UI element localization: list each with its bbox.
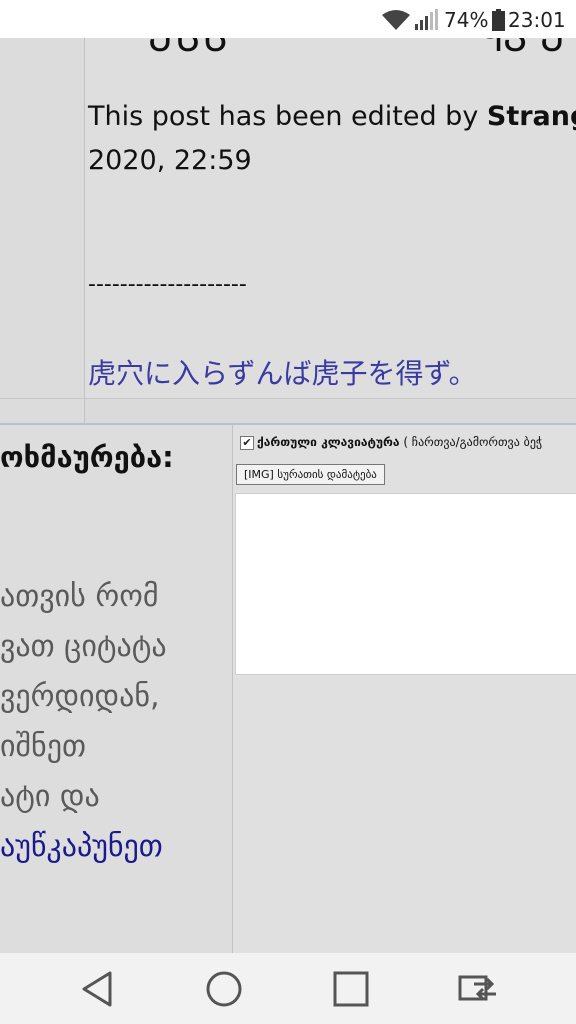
reply-instructions: ათვის რომ ვათ ციტატა ვერდიდან, იშნეთ ატი… xyxy=(0,572,167,822)
back-icon[interactable] xyxy=(76,967,120,1011)
reply-textarea[interactable] xyxy=(235,493,576,675)
switch-apps-icon[interactable] xyxy=(456,967,500,1011)
keyboard-checkbox[interactable]: ✔ xyxy=(240,436,254,450)
signature-separator: -------------------- xyxy=(88,272,247,297)
home-icon[interactable] xyxy=(202,967,246,1011)
recents-icon[interactable] xyxy=(329,967,373,1011)
post-author-column xyxy=(0,38,84,422)
divider-line xyxy=(0,398,576,399)
reply-title: ოხმაურება: xyxy=(0,440,174,474)
keyboard-label-bold: ქართული კლავიატურა xyxy=(257,435,400,449)
edited-notice: This post has been edited by Strang 2020… xyxy=(88,95,576,183)
add-image-button[interactable]: [IMG] სურათის დამატება xyxy=(236,464,385,485)
edited-prefix: This post has been edited by xyxy=(88,101,487,132)
instruction-line: ათვის რომ xyxy=(0,579,159,614)
edited-date: 2020, 22:59 xyxy=(88,145,252,176)
signature-quote: 虎穴に入らずんば虎子を得ず。 xyxy=(88,357,477,390)
instruction-line: ატი და xyxy=(0,779,100,814)
navigation-bar xyxy=(0,953,576,1024)
edited-user[interactable]: Strang xyxy=(487,101,576,132)
battery-icon xyxy=(492,9,505,31)
instructions-link[interactable]: აუწკაპუნეთ xyxy=(0,822,163,872)
instruction-line: ვათ ციტატა xyxy=(0,629,167,664)
post-divider-vertical xyxy=(84,38,85,424)
clock: 23:01 xyxy=(508,8,566,32)
keyboard-label: ქართული კლავიატურა ( ჩართვა/გამორთვა ბეჭ xyxy=(257,435,542,449)
instruction-line: იშნეთ xyxy=(0,729,86,764)
battery-percent: 74% xyxy=(444,8,489,32)
signal-icon xyxy=(415,9,438,30)
post-body xyxy=(0,38,576,398)
keyboard-label-rest[interactable]: ( ჩართვა/გამორთვა ბეჭ xyxy=(400,435,542,449)
status-bar: 74% 23:01 xyxy=(0,0,576,38)
wifi-icon xyxy=(382,10,410,30)
instruction-line: ვერდიდან, xyxy=(0,679,160,714)
